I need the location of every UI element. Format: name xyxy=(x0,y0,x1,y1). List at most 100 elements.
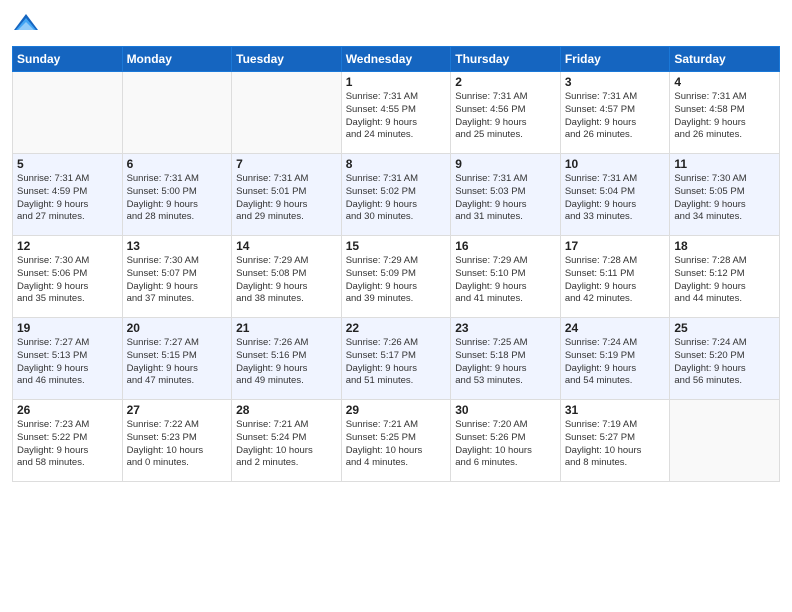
calendar-day-cell: 30 Sunrise: 7:20 AM Sunset: 5:26 PM Dayli… xyxy=(451,400,561,482)
day-info: Sunrise: 7:31 AM Sunset: 5:03 PM Dayligh… xyxy=(455,173,556,224)
calendar-day-cell: 12 Sunrise: 7:30 AM Sunset: 5:06 PM Dayli… xyxy=(13,236,123,318)
calendar-day-cell: 27 Sunrise: 7:22 AM Sunset: 5:23 PM Dayli… xyxy=(122,400,232,482)
day-info: Sunrise: 7:21 AM Sunset: 5:25 PM Dayligh… xyxy=(346,419,447,470)
day-info: Sunrise: 7:22 AM Sunset: 5:23 PM Dayligh… xyxy=(127,419,228,470)
calendar-header: SundayMondayTuesdayWednesdayThursdayFrid… xyxy=(13,47,780,72)
day-info: Sunrise: 7:31 AM Sunset: 5:02 PM Dayligh… xyxy=(346,173,447,224)
day-info: Sunrise: 7:31 AM Sunset: 4:57 PM Dayligh… xyxy=(565,91,666,142)
logo xyxy=(12,10,44,38)
calendar-day-cell: 29 Sunrise: 7:21 AM Sunset: 5:25 PM Dayli… xyxy=(341,400,451,482)
calendar-day-cell xyxy=(232,72,342,154)
weekday-header: Thursday xyxy=(451,47,561,72)
calendar-day-cell: 14Sunrise: 7:29 AM Sunset: 5:08 PM Dayli… xyxy=(232,236,342,318)
day-info: Sunrise: 7:31 AM Sunset: 5:04 PM Dayligh… xyxy=(565,173,666,224)
calendar-day-cell: 31 Sunrise: 7:19 AM Sunset: 5:27 PM Dayli… xyxy=(560,400,670,482)
day-number: 13 xyxy=(127,239,228,253)
calendar-day-cell: 25 Sunrise: 7:24 AM Sunset: 5:20 PM Dayli… xyxy=(670,318,780,400)
calendar-day-cell: 16 Sunrise: 7:29 AM Sunset: 5:10 PM Dayli… xyxy=(451,236,561,318)
day-number: 14 xyxy=(236,239,337,253)
day-number: 15 xyxy=(346,239,447,253)
day-info: Sunrise: 7:25 AM Sunset: 5:18 PM Dayligh… xyxy=(455,337,556,388)
calendar-day-cell xyxy=(122,72,232,154)
day-info: Sunrise: 7:27 AM Sunset: 5:13 PM Dayligh… xyxy=(17,337,118,388)
logo-icon xyxy=(12,10,40,38)
day-number: 19 xyxy=(17,321,118,335)
day-number: 28 xyxy=(236,403,337,417)
calendar-day-cell: 1 Sunrise: 7:31 AM Sunset: 4:55 PM Daylig… xyxy=(341,72,451,154)
day-info: Sunrise: 7:26 AM Sunset: 5:16 PM Dayligh… xyxy=(236,337,337,388)
calendar-day-cell: 20Sunrise: 7:27 AM Sunset: 5:15 PM Dayli… xyxy=(122,318,232,400)
weekday-row: SundayMondayTuesdayWednesdayThursdayFrid… xyxy=(13,47,780,72)
day-number: 27 xyxy=(127,403,228,417)
calendar-day-cell: 3 Sunrise: 7:31 AM Sunset: 4:57 PM Daylig… xyxy=(560,72,670,154)
calendar-day-cell: 8 Sunrise: 7:31 AM Sunset: 5:02 PM Daylig… xyxy=(341,154,451,236)
header xyxy=(12,10,780,38)
day-info: Sunrise: 7:19 AM Sunset: 5:27 PM Dayligh… xyxy=(565,419,666,470)
calendar-day-cell: 18 Sunrise: 7:28 AM Sunset: 5:12 PM Dayli… xyxy=(670,236,780,318)
day-number: 30 xyxy=(455,403,556,417)
day-number: 6 xyxy=(127,157,228,171)
weekday-header: Friday xyxy=(560,47,670,72)
calendar-week-row: 12 Sunrise: 7:30 AM Sunset: 5:06 PM Dayli… xyxy=(13,236,780,318)
day-number: 26 xyxy=(17,403,118,417)
calendar-week-row: 26 Sunrise: 7:23 AM Sunset: 5:22 PM Dayli… xyxy=(13,400,780,482)
day-number: 4 xyxy=(674,75,775,89)
calendar-day-cell: 17 Sunrise: 7:28 AM Sunset: 5:11 PM Dayli… xyxy=(560,236,670,318)
day-info: Sunrise: 7:28 AM Sunset: 5:11 PM Dayligh… xyxy=(565,255,666,306)
day-info: Sunrise: 7:31 AM Sunset: 4:55 PM Dayligh… xyxy=(346,91,447,142)
calendar-day-cell: 22 Sunrise: 7:26 AM Sunset: 5:17 PM Dayli… xyxy=(341,318,451,400)
calendar-week-row: 5Sunrise: 7:31 AM Sunset: 4:59 PM Daylig… xyxy=(13,154,780,236)
day-number: 31 xyxy=(565,403,666,417)
weekday-header: Sunday xyxy=(13,47,123,72)
day-number: 12 xyxy=(17,239,118,253)
day-info: Sunrise: 7:21 AM Sunset: 5:24 PM Dayligh… xyxy=(236,419,337,470)
calendar-day-cell: 13Sunrise: 7:30 AM Sunset: 5:07 PM Dayli… xyxy=(122,236,232,318)
day-info: Sunrise: 7:29 AM Sunset: 5:10 PM Dayligh… xyxy=(455,255,556,306)
day-number: 25 xyxy=(674,321,775,335)
day-number: 24 xyxy=(565,321,666,335)
calendar-day-cell: 7Sunrise: 7:31 AM Sunset: 5:01 PM Daylig… xyxy=(232,154,342,236)
calendar-day-cell: 28 Sunrise: 7:21 AM Sunset: 5:24 PM Dayli… xyxy=(232,400,342,482)
calendar-day-cell: 24Sunrise: 7:24 AM Sunset: 5:19 PM Dayli… xyxy=(560,318,670,400)
day-number: 16 xyxy=(455,239,556,253)
day-info: Sunrise: 7:28 AM Sunset: 5:12 PM Dayligh… xyxy=(674,255,775,306)
calendar-day-cell xyxy=(670,400,780,482)
calendar-day-cell: 4 Sunrise: 7:31 AM Sunset: 4:58 PM Daylig… xyxy=(670,72,780,154)
day-info: Sunrise: 7:31 AM Sunset: 5:01 PM Dayligh… xyxy=(236,173,337,224)
calendar-body: 1 Sunrise: 7:31 AM Sunset: 4:55 PM Daylig… xyxy=(13,72,780,482)
day-info: Sunrise: 7:23 AM Sunset: 5:22 PM Dayligh… xyxy=(17,419,118,470)
day-number: 2 xyxy=(455,75,556,89)
day-number: 10 xyxy=(565,157,666,171)
calendar-week-row: 19 Sunrise: 7:27 AM Sunset: 5:13 PM Dayli… xyxy=(13,318,780,400)
day-number: 9 xyxy=(455,157,556,171)
day-number: 17 xyxy=(565,239,666,253)
day-number: 5 xyxy=(17,157,118,171)
day-number: 21 xyxy=(236,321,337,335)
day-info: Sunrise: 7:30 AM Sunset: 5:05 PM Dayligh… xyxy=(674,173,775,224)
day-number: 29 xyxy=(346,403,447,417)
day-number: 18 xyxy=(674,239,775,253)
calendar-day-cell: 11 Sunrise: 7:30 AM Sunset: 5:05 PM Dayli… xyxy=(670,154,780,236)
day-info: Sunrise: 7:29 AM Sunset: 5:09 PM Dayligh… xyxy=(346,255,447,306)
calendar-day-cell: 2 Sunrise: 7:31 AM Sunset: 4:56 PM Daylig… xyxy=(451,72,561,154)
calendar-day-cell: 6 Sunrise: 7:31 AM Sunset: 5:00 PM Daylig… xyxy=(122,154,232,236)
calendar-day-cell xyxy=(13,72,123,154)
day-number: 22 xyxy=(346,321,447,335)
calendar-table: SundayMondayTuesdayWednesdayThursdayFrid… xyxy=(12,46,780,482)
day-number: 23 xyxy=(455,321,556,335)
day-info: Sunrise: 7:20 AM Sunset: 5:26 PM Dayligh… xyxy=(455,419,556,470)
calendar-day-cell: 5Sunrise: 7:31 AM Sunset: 4:59 PM Daylig… xyxy=(13,154,123,236)
day-info: Sunrise: 7:24 AM Sunset: 5:20 PM Dayligh… xyxy=(674,337,775,388)
calendar-day-cell: 26 Sunrise: 7:23 AM Sunset: 5:22 PM Dayli… xyxy=(13,400,123,482)
day-info: Sunrise: 7:31 AM Sunset: 4:58 PM Dayligh… xyxy=(674,91,775,142)
day-number: 3 xyxy=(565,75,666,89)
day-info: Sunrise: 7:26 AM Sunset: 5:17 PM Dayligh… xyxy=(346,337,447,388)
weekday-header: Wednesday xyxy=(341,47,451,72)
day-info: Sunrise: 7:31 AM Sunset: 5:00 PM Dayligh… xyxy=(127,173,228,224)
day-number: 20 xyxy=(127,321,228,335)
day-info: Sunrise: 7:30 AM Sunset: 5:06 PM Dayligh… xyxy=(17,255,118,306)
day-info: Sunrise: 7:31 AM Sunset: 4:56 PM Dayligh… xyxy=(455,91,556,142)
day-number: 8 xyxy=(346,157,447,171)
day-number: 1 xyxy=(346,75,447,89)
day-number: 11 xyxy=(674,157,775,171)
